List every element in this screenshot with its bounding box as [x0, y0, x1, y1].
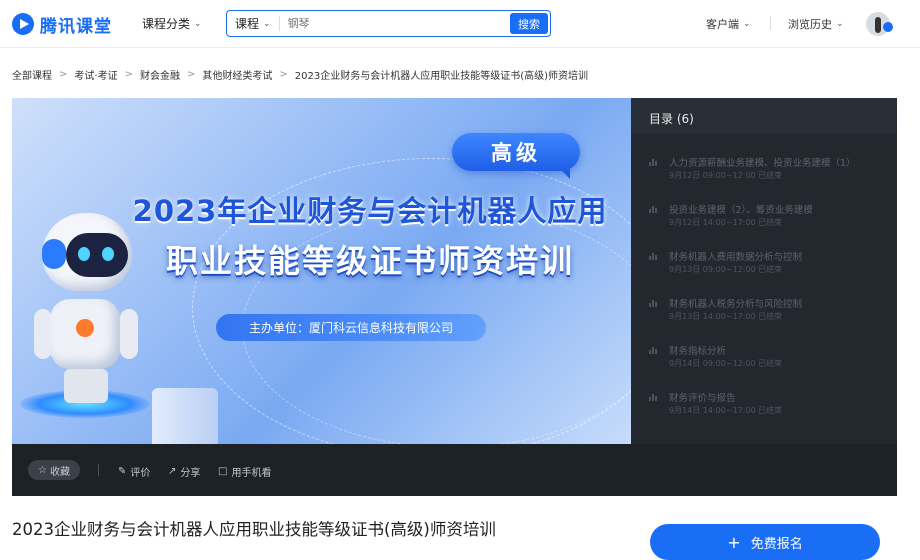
edit-icon: ✎: [118, 466, 127, 477]
star-icon: ☆: [38, 464, 47, 476]
chevron-down-icon: ⌄: [836, 19, 844, 29]
cover-title-line1: 2023年企业财务与会计机器人应用: [132, 194, 608, 228]
chevron-down-icon: ⌄: [194, 18, 202, 29]
chapter-time: 9月12日 14:00~17:00 已结束: [669, 218, 783, 227]
chapter-name: 财务评价与报告: [669, 393, 736, 404]
chapter-name: 财务机器人费用数据分析与控制: [669, 252, 803, 263]
host-organization: 主办单位：厦门科云信息科技有限公司: [216, 314, 486, 341]
header-divider: [770, 16, 771, 30]
robot-ear: [42, 239, 66, 269]
search-input[interactable]: [287, 17, 508, 30]
breadcrumb-current: 2023企业财务与会计机器人应用职业技能等级证书(高级)师资培训: [294, 71, 589, 82]
history-label: 浏览历史: [788, 18, 832, 31]
equalizer-icon: [649, 158, 657, 166]
logo-text: 腾讯课堂: [40, 16, 112, 37]
robot-body: [50, 299, 120, 369]
play-logo-icon: [12, 13, 34, 35]
mobile-label: 用手机看: [231, 468, 272, 479]
breadcrumb-item[interactable]: 全部课程: [12, 67, 52, 82]
chevron-down-icon: ⌄: [263, 18, 271, 29]
mobile-view-button[interactable]: □ 用手机看: [218, 464, 271, 479]
robot-core: [76, 319, 94, 337]
category-label: 课程分类: [142, 17, 191, 31]
enroll-button[interactable]: + 免费报名: [650, 524, 880, 560]
course-player: 高级 2023年企业财务与会计机器人应用 职业技能等级证书师资培训 主办单位：厦…: [12, 98, 897, 496]
client-menu[interactable]: 客户端 ⌄: [706, 16, 751, 32]
share-label: 分享: [180, 468, 201, 479]
equalizer-icon: [649, 346, 657, 354]
breadcrumb-item[interactable]: 其他财经类考试: [202, 67, 272, 82]
chapter-time: 9月14日 09:00~12:00 已结束: [669, 359, 783, 368]
breadcrumb-item[interactable]: 考试·考证: [74, 67, 117, 82]
control-divider: [98, 464, 99, 476]
chapter-time: 9月14日 14:00~17:00 已结束: [669, 406, 783, 415]
chapter-name: 财务机器人税务分析与风险控制: [669, 299, 803, 310]
favorite-button[interactable]: ☆ 收藏: [28, 460, 80, 480]
search-scope-label: 课程: [235, 17, 260, 31]
mobile-icon: □: [218, 466, 228, 477]
chapter-name: 人力资源薪酬业务建模、投资业务建模（1）: [669, 158, 856, 169]
equalizer-icon: [649, 299, 657, 307]
robot-legs: [64, 369, 108, 403]
chapter-time: 9月12日 09:00~12:00 已结束: [669, 171, 783, 180]
search-bar: 课程 ⌄ 搜索: [226, 10, 551, 37]
cover-title-line2: 职业技能等级证书师资培训: [165, 242, 574, 280]
player-control-bar: ☆ 收藏 ✎ 评价 ↗ 分享 □ 用手机看: [12, 444, 897, 496]
top-header: 腾讯课堂 课程分类 ⌄ 课程 ⌄ 搜索 客户端 ⌄ 浏览历史 ⌄: [0, 0, 920, 48]
robot-arm: [120, 309, 138, 359]
share-button[interactable]: ↗ 分享: [168, 464, 200, 479]
catalog-panel: 目录 (6) 人力资源薪酬业务建模、投资业务建模（1） 9月12日 09:00~…: [631, 98, 897, 444]
search-scope-select[interactable]: 课程 ⌄: [227, 16, 280, 31]
category-menu[interactable]: 课程分类 ⌄: [142, 15, 202, 32]
robot-face: [66, 233, 128, 277]
chapter-name: 投资业务建模（2）、筹资业务建模: [669, 205, 813, 216]
breadcrumb: 全部课程 > 考试·考证 > 财会金融 > 其他财经类考试 > 2023企业财务…: [12, 67, 588, 82]
enroll-label: 免费报名: [750, 536, 803, 552]
robot-eye: [78, 247, 90, 261]
client-label: 客户端: [706, 18, 739, 31]
chapter-name: 财务指标分析: [669, 346, 727, 357]
share-icon: ↗: [168, 466, 177, 477]
chevron-right-icon: >: [186, 69, 196, 80]
chapter-time: 9月13日 14:00~17:00 已结束: [669, 312, 783, 321]
favorite-label: 收藏: [49, 466, 70, 478]
review-label: 评价: [130, 468, 151, 479]
decorative-cylinder: [152, 388, 218, 444]
chevron-right-icon: >: [279, 69, 288, 80]
logo[interactable]: 腾讯课堂: [12, 11, 112, 37]
level-tag: 高级: [452, 133, 580, 179]
search-button[interactable]: 搜索: [510, 13, 548, 34]
chapter-time: 9月13日 09:00~12:00 已结束: [669, 265, 783, 274]
equalizer-icon: [649, 393, 657, 401]
review-button[interactable]: ✎ 评价: [118, 464, 150, 479]
course-title: 2023企业财务与会计机器人应用职业技能等级证书(高级)师资培训: [12, 520, 496, 539]
equalizer-icon: [649, 205, 657, 213]
chevron-right-icon: >: [59, 69, 68, 80]
robot-illustration: [32, 213, 142, 423]
robot-head: [42, 213, 132, 291]
equalizer-icon: [649, 252, 657, 260]
robot-eye: [102, 247, 114, 261]
video-cover[interactable]: 高级 2023年企业财务与会计机器人应用 职业技能等级证书师资培训 主办单位：厦…: [12, 98, 631, 444]
chevron-right-icon: >: [124, 69, 133, 80]
history-menu[interactable]: 浏览历史 ⌄: [788, 16, 844, 32]
breadcrumb-item[interactable]: 财会金融: [140, 67, 180, 82]
plus-icon: +: [727, 532, 741, 552]
avatar-badge: [883, 22, 893, 32]
catalog-title: 目录 (6): [649, 112, 694, 126]
chevron-down-icon: ⌄: [743, 19, 751, 29]
